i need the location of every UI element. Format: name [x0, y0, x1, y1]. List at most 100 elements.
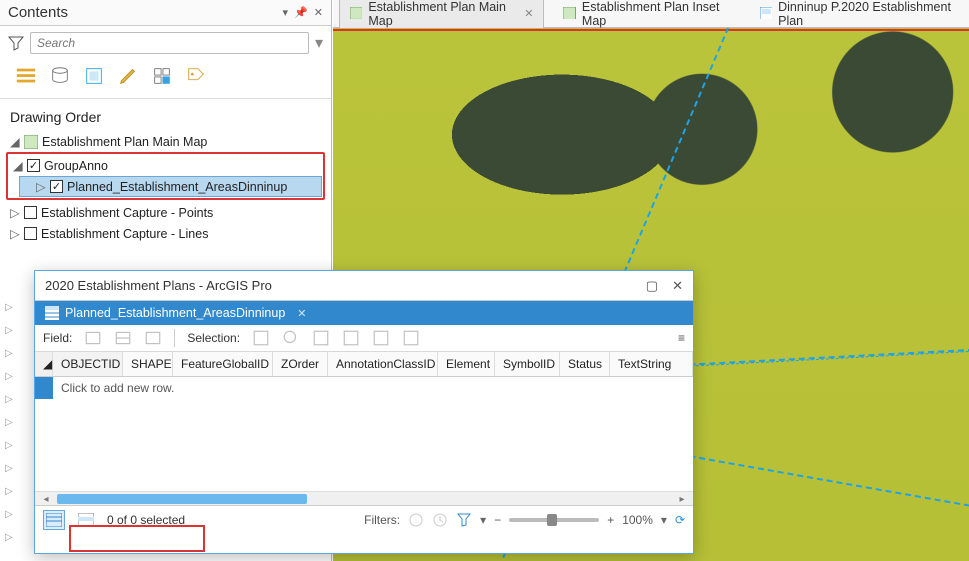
list-by-labeling-button[interactable]	[184, 64, 208, 88]
filter-extent-icon[interactable]	[408, 512, 424, 528]
caret-right-icon[interactable]: ▷	[36, 179, 46, 194]
caret-right-icon[interactable]: ▷	[5, 463, 15, 474]
list-by-selection-button[interactable]	[82, 64, 106, 88]
list-by-snapping-button[interactable]	[150, 64, 174, 88]
close-panel-icon[interactable]: ✕	[314, 6, 323, 19]
layer-checkbox[interactable]	[24, 206, 37, 219]
col-textstring[interactable]: TextString	[610, 352, 693, 376]
filter-icon[interactable]	[8, 35, 24, 51]
pin-icon[interactable]: 📌	[294, 6, 308, 19]
capture-lines-item[interactable]: ▷ Establishment Capture - Lines	[6, 223, 325, 244]
filter-range-icon[interactable]	[456, 512, 472, 528]
tab-inset-map-label: Establishment Plan Inset Map	[582, 0, 730, 28]
scroll-right-icon[interactable]: ▸	[675, 492, 689, 506]
zoom-out-button[interactable]: −	[494, 513, 501, 527]
zoom-to-selection-button[interactable]	[282, 329, 300, 347]
caret-right-icon[interactable]: ▷	[5, 348, 15, 359]
col-shape[interactable]: SHAPE	[123, 352, 173, 376]
layer-checkbox[interactable]	[27, 159, 40, 172]
show-selected-records-button[interactable]	[75, 510, 97, 530]
col-objectid[interactable]: OBJECTID	[53, 352, 123, 376]
list-by-editing-button[interactable]	[116, 64, 140, 88]
caret-right-icon[interactable]: ▷	[5, 325, 15, 336]
new-row[interactable]: Click to add new row.	[35, 377, 693, 399]
horizontal-scrollbar[interactable]: ◂ ▸	[35, 491, 693, 505]
col-featureglobalid[interactable]: FeatureGlobalID	[173, 352, 273, 376]
map-root-item[interactable]: ◢ Establishment Plan Main Map	[6, 131, 325, 152]
select-by-attr-button[interactable]	[252, 329, 270, 347]
maximize-icon[interactable]: ▢	[646, 278, 658, 294]
tab-main-map-label: Establishment Plan Main Map	[368, 0, 514, 28]
col-symbolid[interactable]: SymbolID	[495, 352, 560, 376]
caret-right-icon[interactable]: ▷	[5, 394, 15, 405]
search-clear-icon[interactable]: ▾	[315, 33, 323, 53]
filter-dropdown-icon[interactable]: ▾	[480, 513, 486, 527]
caret-right-icon[interactable]: ▷	[5, 532, 15, 543]
close-tab-icon[interactable]: ✕	[524, 7, 533, 20]
zoom-slider[interactable]	[509, 518, 599, 522]
tab-inset-map[interactable]: Establishment Plan Inset Map	[552, 0, 740, 32]
show-all-records-button[interactable]	[43, 510, 65, 530]
status-bar: 0 of 0 selected Filters: ▾ − + 100% ▾ ⟳	[35, 505, 693, 533]
window-titlebar[interactable]: 2020 Establishment Plans - ArcGIS Pro ▢ …	[35, 271, 693, 301]
attribute-table-window[interactable]: 2020 Establishment Plans - ArcGIS Pro ▢ …	[34, 270, 694, 554]
menu-icon[interactable]: ≡	[678, 331, 685, 345]
window-controls: ▢ ✕	[646, 278, 683, 294]
calculate-field-button[interactable]	[114, 329, 132, 347]
planned-layer-label: Planned_Establishment_AreasDinninup	[67, 180, 287, 194]
copy-selection-button[interactable]	[402, 329, 420, 347]
tab-layout[interactable]: Dinninup P.2020 Establishment Plan	[749, 0, 969, 32]
switch-selection-button[interactable]	[312, 329, 330, 347]
delete-selection-button[interactable]	[372, 329, 390, 347]
filter-time-icon[interactable]	[432, 512, 448, 528]
layer-checkbox[interactable]	[50, 180, 63, 193]
add-field-button[interactable]	[84, 329, 102, 347]
selection-label: Selection:	[187, 331, 240, 345]
zoom-dropdown-icon[interactable]: ▾	[661, 513, 667, 527]
caret-down-icon[interactable]: ◢	[13, 158, 23, 173]
search-input[interactable]: Search	[30, 32, 309, 54]
panel-title: Contents	[8, 4, 68, 21]
close-tab-icon[interactable]: ✕	[297, 307, 306, 320]
caret-right-icon[interactable]: ▷	[5, 486, 15, 497]
view-toolbar	[0, 60, 331, 99]
refresh-icon[interactable]: ⟳	[675, 513, 685, 527]
delete-field-button[interactable]	[144, 329, 162, 347]
zoom-in-button[interactable]: +	[607, 513, 614, 527]
planned-layer-item[interactable]: ▷ Planned_Establishment_AreasDinninup	[19, 176, 322, 197]
caret-right-icon[interactable]: ▷	[5, 440, 15, 451]
panel-controls: ▾ 📌 ✕	[283, 6, 323, 19]
map-icon	[563, 7, 576, 21]
caret-right-icon[interactable]: ▷	[10, 226, 20, 241]
slider-thumb[interactable]	[547, 514, 557, 526]
col-element[interactable]: Element	[438, 352, 495, 376]
close-window-icon[interactable]: ✕	[672, 278, 683, 294]
col-status[interactable]: Status	[560, 352, 610, 376]
caret-right-icon[interactable]: ▷	[5, 417, 15, 428]
caret-right-icon[interactable]: ▷	[5, 371, 15, 382]
capture-points-item[interactable]: ▷ Establishment Capture - Points	[6, 202, 325, 223]
caret-down-icon[interactable]: ◢	[10, 134, 20, 149]
clear-selection-button[interactable]	[342, 329, 360, 347]
col-zorder[interactable]: ZOrder	[273, 352, 328, 376]
caret-right-icon[interactable]: ▷	[5, 302, 15, 313]
scroll-thumb[interactable]	[57, 494, 307, 504]
tab-main-map[interactable]: Establishment Plan Main Map ✕	[339, 0, 544, 32]
filters-section: Filters: ▾ − + 100% ▾ ⟳	[364, 512, 685, 528]
layer-checkbox[interactable]	[24, 227, 37, 240]
col-annotationclassid[interactable]: AnnotationClassID	[328, 352, 438, 376]
attribute-tab[interactable]: Planned_Establishment_AreasDinninup ✕	[35, 306, 317, 320]
caret-right-icon[interactable]: ▷	[5, 509, 15, 520]
capture-lines-label: Establishment Capture - Lines	[41, 227, 208, 241]
list-by-drawing-order-button[interactable]	[14, 64, 38, 88]
scroll-left-icon[interactable]: ◂	[39, 492, 53, 506]
groupanno-item[interactable]: ◢ GroupAnno	[9, 155, 322, 176]
table-body[interactable]: Click to add new row.	[35, 377, 693, 491]
caret-right-icon[interactable]: ▷	[10, 205, 20, 220]
search-placeholder: Search	[37, 36, 75, 50]
map-icon	[24, 135, 38, 149]
row-selector-header[interactable]: ◢	[35, 352, 53, 376]
attribute-toolbar: Field: Selection: ≡	[35, 325, 693, 352]
list-by-source-button[interactable]	[48, 64, 72, 88]
options-caret-icon[interactable]: ▾	[283, 6, 289, 19]
